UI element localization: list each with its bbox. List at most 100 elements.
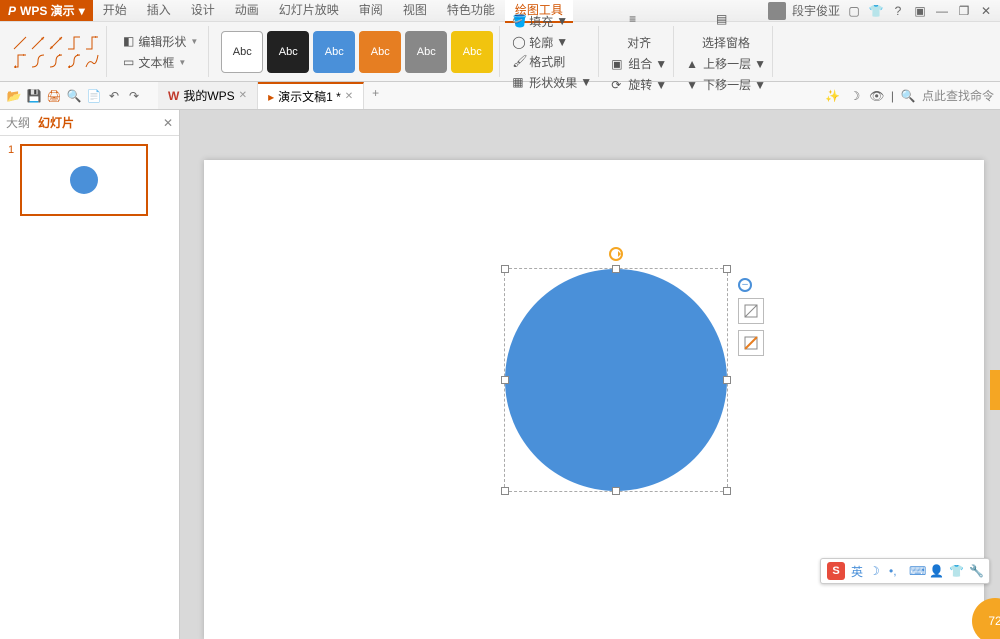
resize-handle-r[interactable]: [723, 376, 731, 384]
edit-shape-dropdown[interactable]: ◧ 编辑形状 ▼: [119, 32, 202, 51]
menu-tab-special[interactable]: 特色功能: [437, 0, 505, 23]
menu-tab-animation[interactable]: 动画: [225, 0, 269, 23]
menu-tab-design[interactable]: 设计: [181, 0, 225, 23]
save-icon[interactable]: 💾: [26, 88, 42, 104]
ime-punct-icon[interactable]: •,: [889, 564, 903, 578]
line-tool-5[interactable]: [84, 35, 100, 51]
line-tool-1[interactable]: [12, 35, 28, 51]
shape-style-1[interactable]: Abc: [221, 31, 263, 73]
text-box-dropdown[interactable]: ▭ 文本框 ▼: [119, 53, 202, 72]
shape-fill-tool-icon[interactable]: [738, 298, 764, 324]
shape-selection-box[interactable]: [504, 268, 728, 492]
format-painter-button[interactable]: 🖌格式刷: [512, 53, 592, 70]
caret-icon: ▼: [178, 58, 186, 67]
fill-dropdown[interactable]: 🪣填充▼: [512, 13, 592, 30]
print-icon[interactable]: 🖨: [46, 88, 62, 104]
resize-handle-t[interactable]: [612, 265, 620, 273]
resize-handle-l[interactable]: [501, 376, 509, 384]
side-tab-slides[interactable]: 幻灯片: [38, 114, 74, 131]
tshirt-icon[interactable]: 👕: [868, 3, 884, 19]
line-tool-10[interactable]: [84, 53, 100, 69]
resize-handle-tl[interactable]: [501, 265, 509, 273]
shape-style-3[interactable]: Abc: [313, 31, 355, 73]
bring-forward-dropdown[interactable]: ▲上移一层▼: [686, 55, 766, 72]
line-tool-3[interactable]: [48, 35, 64, 51]
doc-tab-close-icon[interactable]: ✕: [239, 90, 247, 101]
ime-skin-icon[interactable]: 👕: [949, 564, 963, 578]
ime-settings-icon[interactable]: 🔧: [969, 564, 983, 578]
export-pdf-icon[interactable]: 📄: [86, 88, 102, 104]
doc-tab-home[interactable]: W 我的WPS ✕: [158, 82, 258, 109]
ime-moon-icon[interactable]: ☽: [869, 564, 883, 578]
resize-handle-bl[interactable]: [501, 487, 509, 495]
open-icon[interactable]: 📂: [6, 88, 22, 104]
magic-icon[interactable]: ✨: [825, 88, 841, 104]
logo-icon: P: [8, 4, 16, 18]
line-tool-7[interactable]: [30, 53, 46, 69]
resize-handle-b[interactable]: [612, 487, 620, 495]
shape-style-5[interactable]: Abc: [405, 31, 447, 73]
print-preview-icon[interactable]: 🔍: [66, 88, 82, 104]
shape-style-gallery[interactable]: Abc Abc Abc Abc Abc Abc: [221, 31, 493, 73]
line-tool-6[interactable]: [12, 53, 28, 69]
resize-handle-br[interactable]: [723, 487, 731, 495]
side-panel-close-icon[interactable]: ✕: [163, 116, 173, 130]
menu-tab-insert[interactable]: 插入: [137, 0, 181, 23]
rotate-dropdown[interactable]: ⟳旋转▼: [611, 76, 667, 93]
help-icon[interactable]: ?: [890, 3, 906, 19]
menu-tab-start[interactable]: 开始: [93, 0, 137, 23]
slide-panel: 大纲 幻灯片 ✕ 1: [0, 110, 180, 639]
user-name[interactable]: 段宇俊亚: [792, 2, 840, 19]
doc-tab-close-icon[interactable]: ✕: [345, 91, 353, 102]
search-hint[interactable]: 点此查找命令: [922, 87, 994, 104]
side-tab-outline[interactable]: 大纲: [6, 114, 30, 131]
window-close-icon[interactable]: ✕: [978, 3, 994, 19]
ime-user-icon[interactable]: 👤: [929, 564, 943, 578]
shape-outline-tool-icon[interactable]: [738, 330, 764, 356]
ime-toolbar[interactable]: S 英 ☽ •, ⌨ 👤 👕 🔧: [820, 558, 990, 584]
shape-style-6[interactable]: Abc: [451, 31, 493, 73]
send-backward-dropdown[interactable]: ▼下移一层▼: [686, 76, 766, 93]
resize-handle-tr[interactable]: [723, 265, 731, 273]
undo-icon[interactable]: ↶: [106, 88, 122, 104]
outline-dropdown[interactable]: ◯轮廓▼: [512, 34, 592, 51]
line-tool-4[interactable]: [66, 35, 82, 51]
sogou-logo-icon[interactable]: S: [827, 562, 845, 580]
doc-tab-presentation[interactable]: ▸ 演示文稿1 * ✕: [258, 82, 364, 109]
lines-gallery[interactable]: [12, 35, 100, 69]
user-avatar[interactable]: [768, 2, 786, 20]
line-tool-8[interactable]: [48, 53, 64, 69]
redo-icon[interactable]: ↷: [126, 88, 142, 104]
eye-icon[interactable]: 👁: [869, 88, 885, 104]
quick-access-icons: 📂 💾 🖨 🔍 📄 ↶ ↷: [6, 88, 142, 104]
skin-icon[interactable]: ▢: [846, 3, 862, 19]
slide-canvas[interactable]: – S 英 ☽ •, ⌨ 👤 👕 🔧 72: [180, 110, 1000, 639]
search-icon[interactable]: 🔍: [900, 88, 916, 104]
add-tab-button[interactable]: +: [364, 82, 387, 109]
menu-tab-review[interactable]: 审阅: [349, 0, 393, 23]
select-pane-button[interactable]: ▤ 选择窗格: [686, 10, 766, 53]
window-restore-icon[interactable]: ❐: [956, 3, 972, 19]
align-icon: ≡: [629, 12, 649, 32]
shape-style-4[interactable]: Abc: [359, 31, 401, 73]
shape-effect-dropdown[interactable]: ▦形状效果▼: [512, 74, 592, 91]
app-logo[interactable]: P WPS 演示 ▾: [0, 0, 93, 21]
shape-style-2[interactable]: Abc: [267, 31, 309, 73]
align-dropdown[interactable]: ≡ 对齐: [611, 10, 667, 53]
slide-thumbnail-1[interactable]: 1: [8, 144, 171, 216]
ime-lang[interactable]: 英: [851, 563, 863, 580]
menu-tab-slideshow[interactable]: 幻灯片放映: [269, 0, 349, 23]
line-tool-9[interactable]: [66, 53, 82, 69]
ime-keyboard-icon[interactable]: ⌨: [909, 564, 923, 578]
moon-icon[interactable]: ☽: [847, 88, 863, 104]
right-side-handle[interactable]: [990, 370, 1000, 410]
menu-tab-view[interactable]: 视图: [393, 0, 437, 23]
group-dropdown[interactable]: ▣组合▼: [611, 55, 667, 72]
circle-shape[interactable]: [505, 269, 727, 491]
line-tool-2[interactable]: [30, 35, 46, 51]
window-minimize-icon[interactable]: —: [934, 3, 950, 19]
shape-collapse-icon[interactable]: –: [738, 278, 752, 292]
slide-thumbnail-preview[interactable]: [20, 144, 148, 216]
rotate-handle[interactable]: [609, 247, 623, 261]
feedback-icon[interactable]: ▣: [912, 3, 928, 19]
